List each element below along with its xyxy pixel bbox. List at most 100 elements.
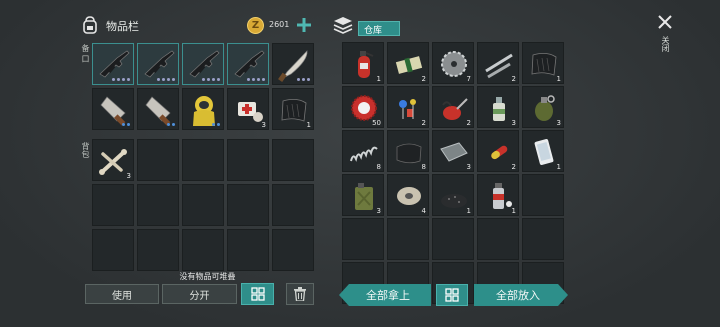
item-quantity: 8 [421, 163, 426, 171]
storage-slot[interactable] [432, 218, 474, 260]
durability-dots [122, 123, 130, 126]
backpack-slot[interactable] [227, 184, 269, 226]
split-button[interactable]: 分开 [162, 284, 237, 304]
equip-slot[interactable] [92, 88, 134, 130]
backpack-slot[interactable] [182, 184, 224, 226]
storage-slot[interactable] [387, 218, 429, 260]
storage-slot[interactable]: 8 [387, 130, 429, 172]
backpack-slot[interactable] [92, 229, 134, 271]
durability-dots [157, 78, 175, 81]
bag-label-text: 背包 [81, 142, 90, 158]
backpack-slot[interactable] [182, 229, 224, 271]
storage-slot[interactable] [522, 174, 564, 216]
add-currency-button[interactable] [295, 16, 313, 34]
no-stack-message: 没有物品可堆叠 [179, 272, 236, 281]
storage-slot[interactable]: 1 [522, 130, 564, 172]
storage-slot[interactable] [342, 218, 384, 260]
backpack-slot[interactable] [137, 184, 179, 226]
item-quantity: 4 [421, 207, 426, 215]
cleaver-icon [97, 93, 131, 127]
put-all-button[interactable]: 全部放入 [474, 284, 568, 306]
storage-slot[interactable] [522, 218, 564, 260]
backpack-slot[interactable] [272, 184, 314, 226]
storage-slot[interactable]: 2 [477, 130, 519, 172]
backpack-slot[interactable] [227, 139, 269, 181]
books-icon [333, 17, 353, 34]
storage-slot[interactable]: 2 [432, 86, 474, 128]
grid-icon [250, 287, 265, 301]
backpack-slot[interactable] [227, 229, 269, 271]
item-quantity: 2 [421, 75, 426, 83]
storage-slot[interactable]: 4 [387, 174, 429, 216]
backpack-slot[interactable] [137, 139, 179, 181]
plus-icon [297, 18, 311, 32]
storage-slot[interactable]: 2 [387, 42, 429, 84]
assault-rifle-icon [187, 48, 221, 82]
inventory-title: 物品栏 [106, 20, 139, 33]
sort-storage-button[interactable] [436, 284, 468, 306]
storage-title-tab: 仓库 [358, 21, 400, 36]
item-quantity: 2 [511, 163, 516, 171]
sort-inventory-button[interactable] [241, 283, 274, 305]
equip-slot[interactable]: 3 [227, 88, 269, 130]
storage-slot[interactable]: 1 [432, 174, 474, 216]
equip-slot[interactable]: 1 [272, 88, 314, 130]
storage-slot[interactable]: 3 [432, 130, 474, 172]
item-quantity: 1 [556, 163, 561, 171]
equip-slot[interactable] [182, 43, 224, 85]
close-icon [658, 15, 672, 29]
storage-slot[interactable]: 2 [387, 86, 429, 128]
backpack-slot[interactable] [182, 139, 224, 181]
machete-icon [277, 48, 311, 82]
item-quantity: 1 [306, 121, 311, 129]
currency-amount: 2601 [269, 20, 290, 29]
assault-rifle-icon [142, 48, 176, 82]
storage-header: 仓库 [332, 15, 412, 39]
item-quantity: 2 [421, 119, 426, 127]
item-quantity: 8 [376, 163, 381, 171]
backpack-slot[interactable] [272, 229, 314, 271]
equip-slot[interactable] [272, 43, 314, 85]
equip-slot[interactable] [137, 43, 179, 85]
storage-title: 仓库 [364, 26, 383, 36]
item-quantity: 1 [511, 207, 516, 215]
put-all-label: 全部放入 [496, 289, 540, 302]
durability-dots [202, 78, 220, 81]
storage-slot[interactable]: 3 [477, 86, 519, 128]
storage-slot[interactable]: 2 [477, 42, 519, 84]
close-button[interactable]: 关闭 [654, 12, 676, 64]
backpack-slot[interactable]: 3 [92, 139, 134, 181]
take-all-button[interactable]: 全部拿上 [339, 284, 431, 306]
durability-dots [167, 123, 175, 126]
take-all-label: 全部拿上 [366, 289, 410, 302]
item-quantity: 2 [466, 119, 471, 127]
equip-label-text: 备 口 [81, 44, 90, 63]
storage-slot[interactable]: 50 [342, 86, 384, 128]
equip-slot[interactable] [137, 88, 179, 130]
equip-slot[interactable] [92, 43, 134, 85]
equip-slot[interactable] [227, 43, 269, 85]
bag-section-label: 背包 [80, 142, 90, 161]
storage-slot[interactable]: 1 [477, 174, 519, 216]
storage-slot[interactable]: 1 [342, 42, 384, 84]
equip-slot[interactable] [182, 88, 224, 130]
storage-slot[interactable]: 3 [342, 174, 384, 216]
item-quantity: 2 [511, 75, 516, 83]
discard-button[interactable] [286, 283, 314, 305]
inventory-header: 物品栏 Z 2601 [82, 14, 317, 38]
use-button[interactable]: 使用 [85, 284, 159, 304]
backpack-slot[interactable] [92, 184, 134, 226]
grid-icon [445, 288, 459, 302]
storage-slot[interactable] [477, 218, 519, 260]
storage-slot[interactable]: 3 [522, 86, 564, 128]
storage-slot[interactable]: 7 [432, 42, 474, 84]
coin-icon: Z [247, 17, 264, 34]
close-label: 关闭 [661, 36, 670, 52]
hazmat-suit-icon [187, 93, 221, 127]
backpack-slot[interactable] [137, 229, 179, 271]
backpack-slot[interactable] [272, 139, 314, 181]
split-button-label: 分开 [189, 290, 210, 302]
cleaver-icon [142, 93, 176, 127]
storage-slot[interactable]: 1 [522, 42, 564, 84]
storage-slot[interactable]: 8 [342, 130, 384, 172]
